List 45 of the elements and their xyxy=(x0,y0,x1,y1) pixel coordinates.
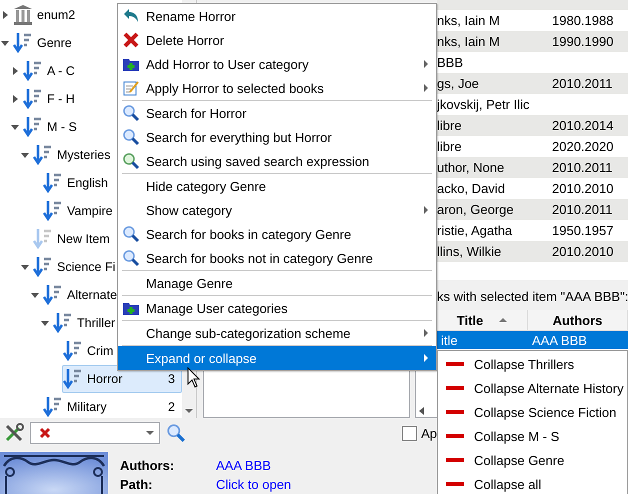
author-cell-text: libre xyxy=(437,118,463,133)
author-cell-text: aron, George xyxy=(437,202,515,217)
tree-item-label: A - C xyxy=(47,64,75,78)
author-cell-text: uthor, None xyxy=(437,160,506,175)
date-cell-text: 1950.1957 xyxy=(551,223,614,238)
checkbox-label: Ap xyxy=(421,426,437,440)
item-count: 2 xyxy=(168,400,175,414)
tree-item-label: Vampire xyxy=(67,204,113,218)
tree-item-label: New Item xyxy=(57,232,110,246)
date-cell-text: 2020.2020 xyxy=(551,139,614,154)
tree-item-label: Crim xyxy=(87,344,114,358)
tree-item-label: Mysteries xyxy=(57,148,110,162)
tree-item-label: Thriller xyxy=(77,316,116,330)
author-cell-text: jkovskij, Petr Ilic xyxy=(437,97,530,112)
author-cell-text: gs, Joe xyxy=(437,76,480,91)
tree-item-label: Military xyxy=(67,400,107,414)
tree-item-label: English xyxy=(67,176,108,190)
field-label: Authors: xyxy=(120,458,176,475)
tree-item-label: F - H xyxy=(47,92,75,106)
author-cell-text: acko, David xyxy=(437,181,506,196)
author-cell-text: nks, Iain M xyxy=(437,13,501,28)
date-cell-text: 2010.2010 xyxy=(551,181,614,196)
tree-item-label: enum2 xyxy=(37,8,76,22)
date-cell-text: 2010.2011 xyxy=(551,160,614,175)
author-cell-text: BBB xyxy=(437,55,464,70)
date-cell-text: 1990.1990 xyxy=(551,34,614,49)
author-cell-text: nks, Iain M xyxy=(437,34,501,49)
table-cell-text: AAA BBB xyxy=(531,332,588,348)
date-cell-text: 1980.1988 xyxy=(551,13,614,28)
tree-item-label: Genre xyxy=(37,36,72,50)
tree-item-label: Alternate xyxy=(67,288,118,302)
tree-item-label: M - S xyxy=(47,120,77,134)
date-cell-text: 2010.2010 xyxy=(551,244,614,259)
field-label: Path: xyxy=(120,477,154,494)
match-caption: ks with selected item "AAA BBB": xyxy=(437,288,628,306)
table-cell-text: itle xyxy=(440,332,459,348)
author-cell-text: llins, Wilkie xyxy=(437,244,502,259)
author-cell-text: ristie, Agatha xyxy=(437,223,514,238)
item-count: 3 xyxy=(168,372,175,386)
tree-item-label: Horror xyxy=(87,372,122,386)
date-cell-text: 2010.2014 xyxy=(551,118,614,133)
date-cell-text: 2010.2011 xyxy=(551,202,614,217)
tree-item-label: Science Fi xyxy=(57,260,116,274)
date-cell-text: 2010.2011 xyxy=(551,76,614,91)
author-cell-text: libre xyxy=(437,139,463,154)
